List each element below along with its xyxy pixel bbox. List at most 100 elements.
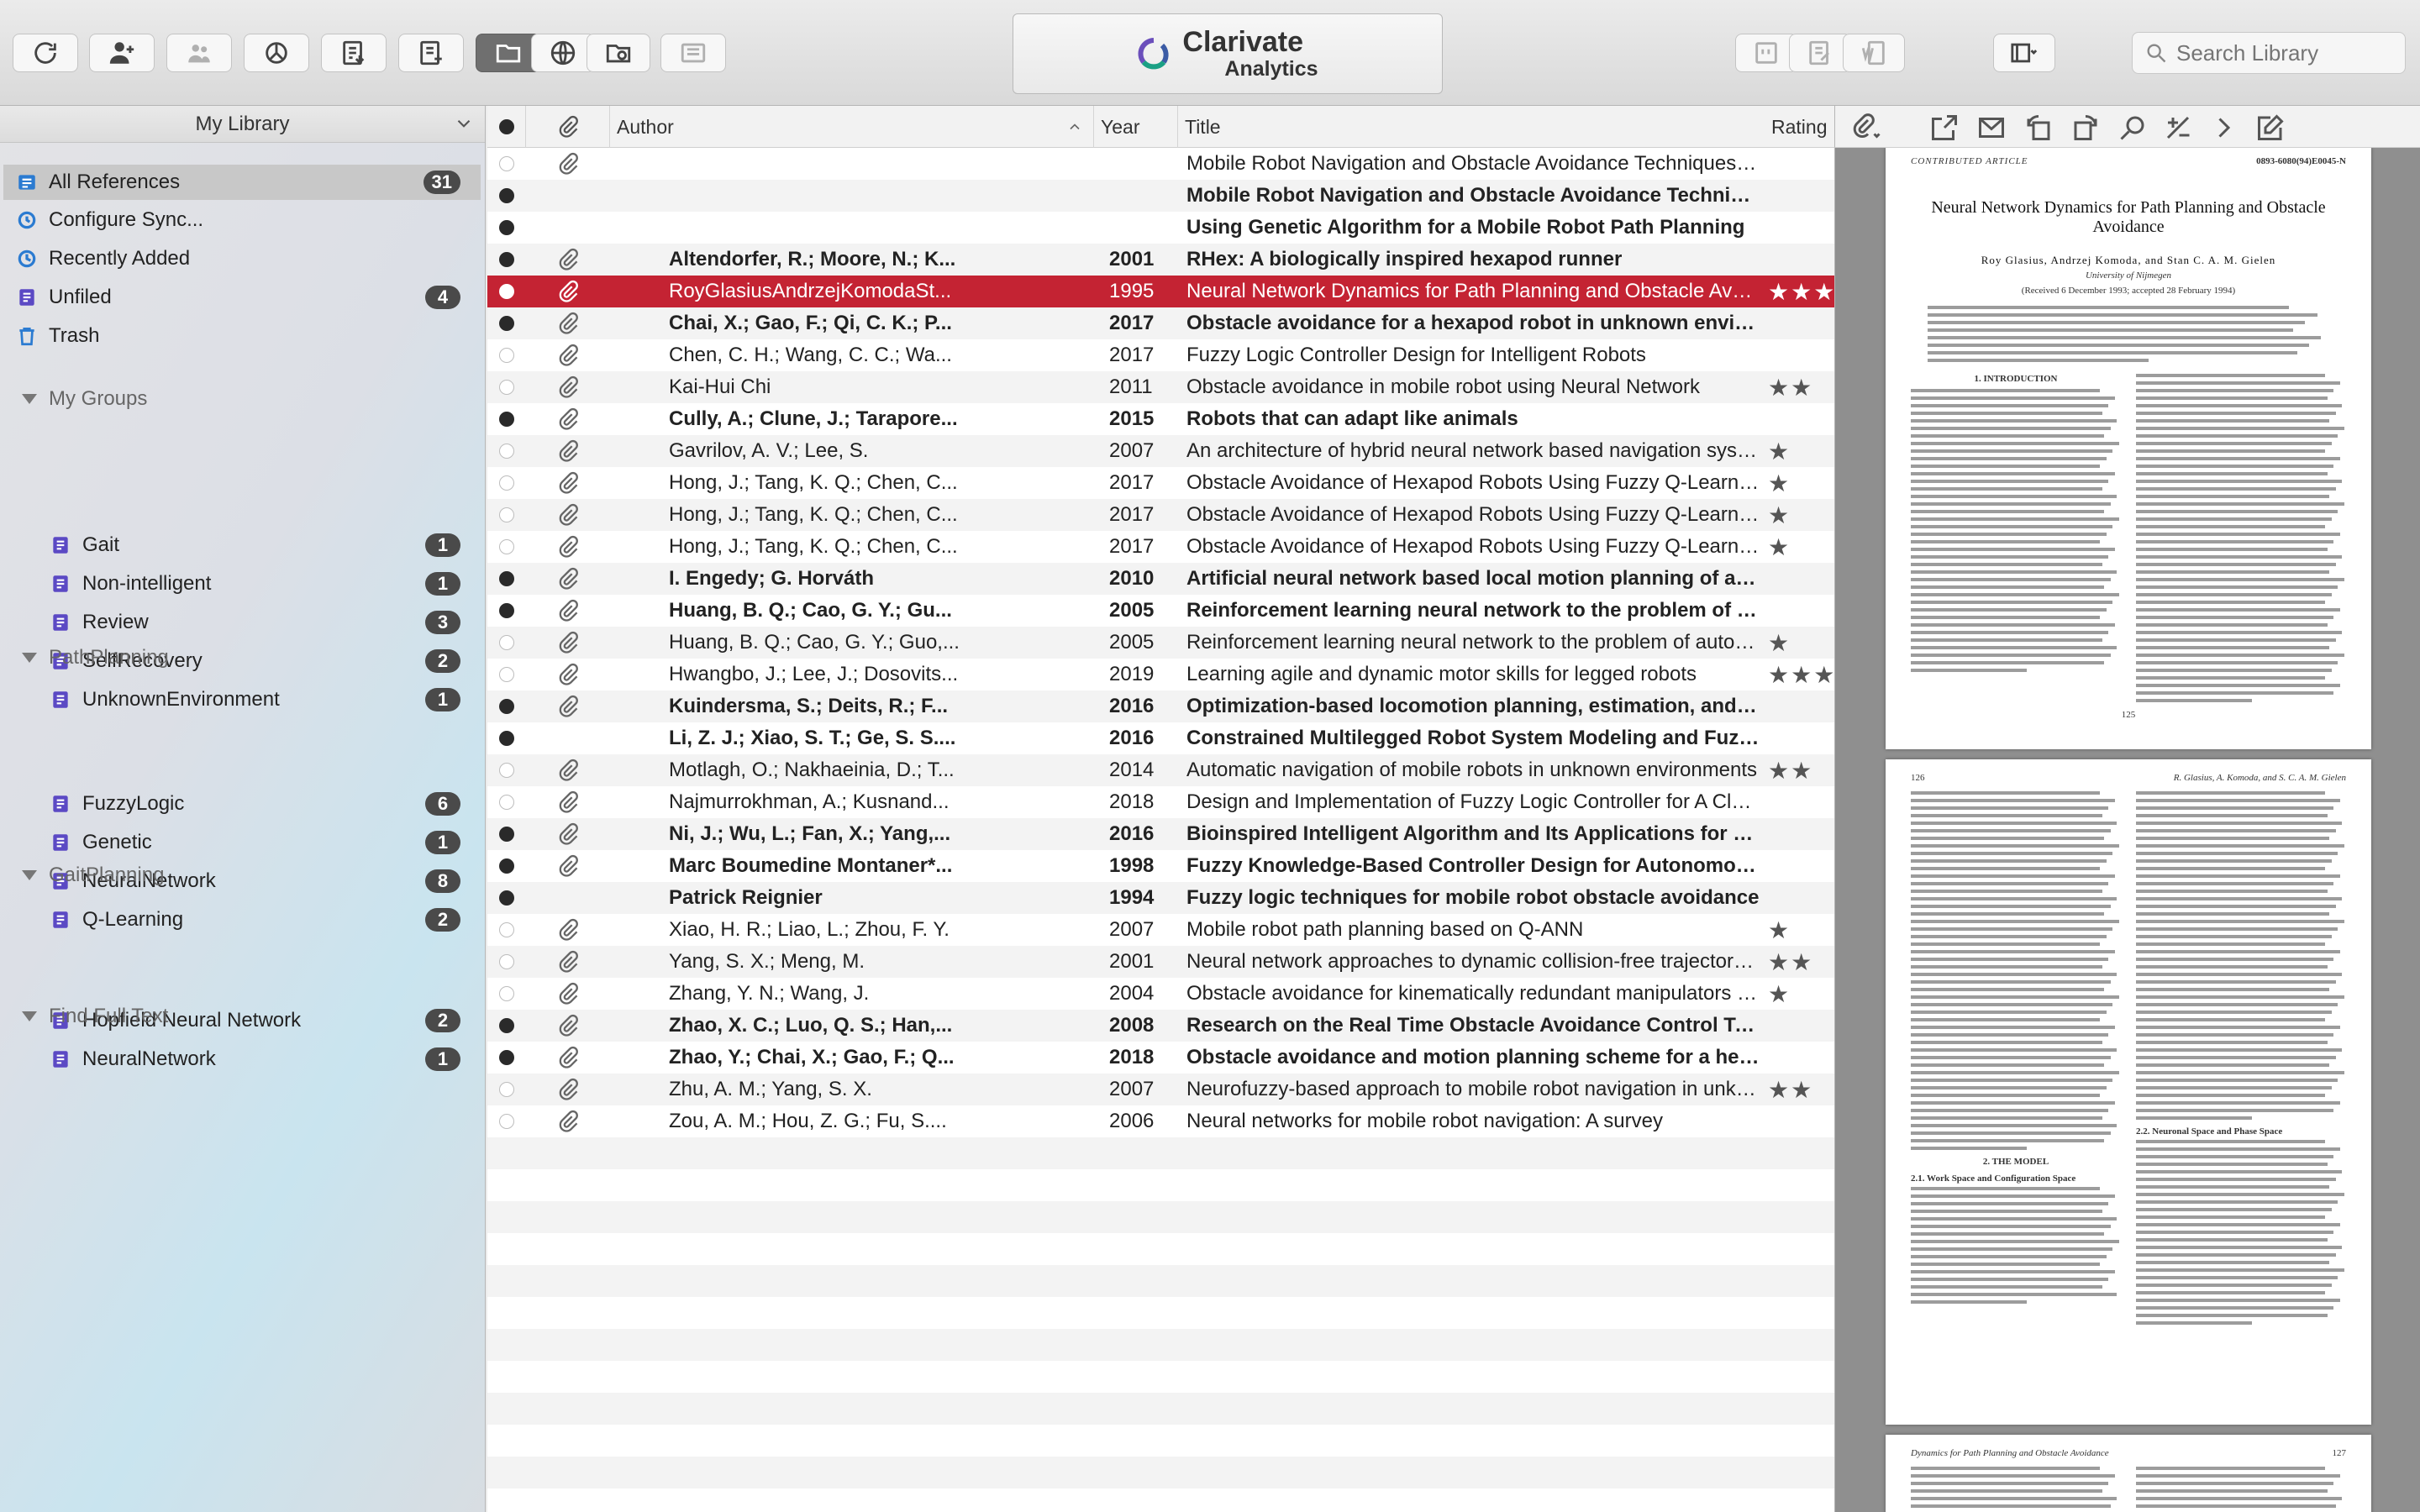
rotate-left-icon[interactable] <box>2023 113 2054 143</box>
group-sharing-button[interactable] <box>166 34 232 72</box>
reference-row[interactable]: Mobile Robot Navigation and Obstacle Avo… <box>487 180 1834 212</box>
reference-row[interactable]: Kuindersma, S.; Deits, R.; F... 2016 Optim… <box>487 690 1834 722</box>
reference-row[interactable]: Ni, J.; Wu, L.; Fan, X.; Yang,... 2016 Bio… <box>487 818 1834 850</box>
rating-cell[interactable] <box>1768 722 1834 754</box>
read-status[interactable] <box>487 690 526 722</box>
read-status[interactable] <box>487 978 526 1010</box>
section-my-groups[interactable]: My Groups <box>22 387 147 411</box>
read-status[interactable] <box>487 627 526 659</box>
attachment-column-header[interactable] <box>526 106 610 148</box>
group-item[interactable]: Review 3 <box>3 605 481 640</box>
sidebar-item-unfiled[interactable]: Unfiled 4 <box>3 280 481 315</box>
read-status[interactable] <box>487 722 526 754</box>
rating-cell[interactable] <box>1768 212 1834 244</box>
rating-cell[interactable] <box>1768 307 1834 339</box>
rating-cell[interactable] <box>1768 1010 1834 1042</box>
reference-row[interactable]: Zou, A. M.; Hou, Z. G.; Fu, S.... 2006 Neu… <box>487 1105 1834 1137</box>
read-status[interactable] <box>487 148 526 180</box>
rating-cell[interactable] <box>1768 850 1834 882</box>
rating-column-header[interactable]: Rating <box>1765 106 1834 148</box>
section-gait-planning[interactable]: GaitPlanning <box>22 864 164 887</box>
sidebar-item-recently-added[interactable]: Recently Added <box>3 241 481 276</box>
read-status[interactable] <box>487 276 526 307</box>
rating-cell[interactable] <box>1768 148 1834 180</box>
read-status[interactable] <box>487 659 526 690</box>
rating-cell[interactable] <box>1768 339 1834 371</box>
reference-row[interactable]: Chen, C. H.; Wang, C. C.; Wa... 2017 Fuzzy… <box>487 339 1834 371</box>
rating-cell[interactable] <box>1768 180 1834 212</box>
read-status[interactable] <box>487 212 526 244</box>
reference-row[interactable]: Hong, J.; Tang, K. Q.; Chen, C... 2017 Obs… <box>487 499 1834 531</box>
share-library-button[interactable] <box>89 34 155 72</box>
section-find-full-text[interactable]: Find Full Text <box>22 1005 168 1028</box>
reference-row[interactable]: Yang, S. X.; Meng, M. 2001 Neural network … <box>487 946 1834 978</box>
read-status[interactable] <box>487 467 526 499</box>
rating-cell[interactable] <box>1768 882 1834 914</box>
reference-row[interactable]: Mobile Robot Navigation and Obstacle Avo… <box>487 148 1834 180</box>
search-input[interactable] <box>2176 39 2395 66</box>
rotate-right-icon[interactable] <box>2070 113 2101 143</box>
new-reference-button[interactable] <box>398 34 464 72</box>
reference-row[interactable]: Xiao, H. R.; Liao, L.; Zhou, F. Y. 2007 Mo… <box>487 914 1834 946</box>
rating-cell[interactable]: ★ <box>1768 978 1834 1010</box>
rating-cell[interactable]: ★ <box>1768 531 1834 563</box>
read-status[interactable] <box>487 339 526 371</box>
open-groups-button[interactable] <box>660 34 726 72</box>
group-item[interactable]: Genetic 1 <box>3 825 481 860</box>
group-item[interactable]: Q-Learning 2 <box>3 902 481 937</box>
read-status[interactable] <box>487 946 526 978</box>
rating-cell[interactable] <box>1768 1042 1834 1074</box>
reference-row[interactable]: Motlagh, O.; Nakhaeinia, D.; T... 2014 Aut… <box>487 754 1834 786</box>
online-search-button[interactable] <box>244 34 309 72</box>
group-item[interactable]: Non-intelligent 1 <box>3 566 481 601</box>
read-status[interactable] <box>487 1105 526 1137</box>
rating-cell[interactable]: ★ <box>1768 467 1834 499</box>
group-item[interactable]: Gait 1 <box>3 528 481 563</box>
read-status[interactable] <box>487 371 526 403</box>
reference-row[interactable]: I. Engedy; G. Horváth 2010 Artificial neur… <box>487 563 1834 595</box>
rating-cell[interactable]: ★ <box>1768 627 1834 659</box>
reference-row[interactable]: Hong, J.; Tang, K. Q.; Chen, C... 2017 Obs… <box>487 531 1834 563</box>
read-status[interactable] <box>487 786 526 818</box>
reference-row[interactable]: Zhang, Y. N.; Wang, J. 2004 Obstacle avoid… <box>487 978 1834 1010</box>
read-status[interactable] <box>487 1010 526 1042</box>
rating-cell[interactable] <box>1768 403 1834 435</box>
email-icon[interactable] <box>1976 113 2007 143</box>
paperclip-menu-icon[interactable] <box>1850 113 1881 143</box>
insert-citation-button[interactable] <box>1735 34 1797 72</box>
read-status[interactable] <box>487 595 526 627</box>
rating-cell[interactable]: ★★★ <box>1768 276 1834 307</box>
reference-row[interactable]: Zhao, X. C.; Luo, Q. S.; Han,... 2008 Rese… <box>487 1010 1834 1042</box>
read-status[interactable] <box>487 531 526 563</box>
reference-row[interactable]: Huang, B. Q.; Cao, G. Y.; Guo,... 2005 Rei… <box>487 627 1834 659</box>
rating-cell[interactable] <box>1768 563 1834 595</box>
integrated-library-mode-button[interactable] <box>587 34 650 72</box>
reference-row[interactable]: Gavrilov, A. V.; Lee, S. 2007 An architect… <box>487 435 1834 467</box>
import-button[interactable] <box>321 34 387 72</box>
next-page-icon[interactable] <box>2208 113 2238 143</box>
find-icon[interactable] <box>2118 113 2148 143</box>
group-item[interactable]: NeuralNetwork 1 <box>3 1042 481 1077</box>
zoom-icon[interactable] <box>2163 113 2193 143</box>
read-status[interactable] <box>487 1042 526 1074</box>
reference-row[interactable]: Zhu, A. M.; Yang, S. X. 2007 Neurofuzzy-ba… <box>487 1074 1834 1105</box>
reference-row[interactable]: Using Genetic Algorithm for a Mobile Rob… <box>487 212 1834 244</box>
read-status[interactable] <box>487 435 526 467</box>
rating-cell[interactable] <box>1768 1105 1834 1137</box>
annotate-icon[interactable] <box>2255 113 2286 143</box>
rating-cell[interactable]: ★★ <box>1768 1074 1834 1105</box>
reference-row[interactable]: Li, Z. J.; Xiao, S. T.; Ge, S. S.... 2016… <box>487 722 1834 754</box>
rating-cell[interactable]: ★ <box>1768 435 1834 467</box>
rating-cell[interactable]: ★★ <box>1768 371 1834 403</box>
read-status[interactable] <box>487 818 526 850</box>
author-column-header[interactable]: Author <box>610 106 1094 148</box>
reference-row[interactable]: Altendorfer, R.; Moore, N.; K... 2001 RHex… <box>487 244 1834 276</box>
read-status-column-header[interactable] <box>487 106 526 148</box>
reference-row[interactable]: Marc Boumedine Montaner*... 1998 Fuzzy Kno… <box>487 850 1834 882</box>
group-item[interactable]: FuzzyLogic 6 <box>3 786 481 822</box>
rating-cell[interactable] <box>1768 244 1834 276</box>
format-bibliography-button[interactable] <box>1789 34 1851 72</box>
rating-cell[interactable] <box>1768 786 1834 818</box>
open-external-icon[interactable] <box>1929 113 1960 143</box>
online-search-mode-button[interactable] <box>531 34 595 72</box>
